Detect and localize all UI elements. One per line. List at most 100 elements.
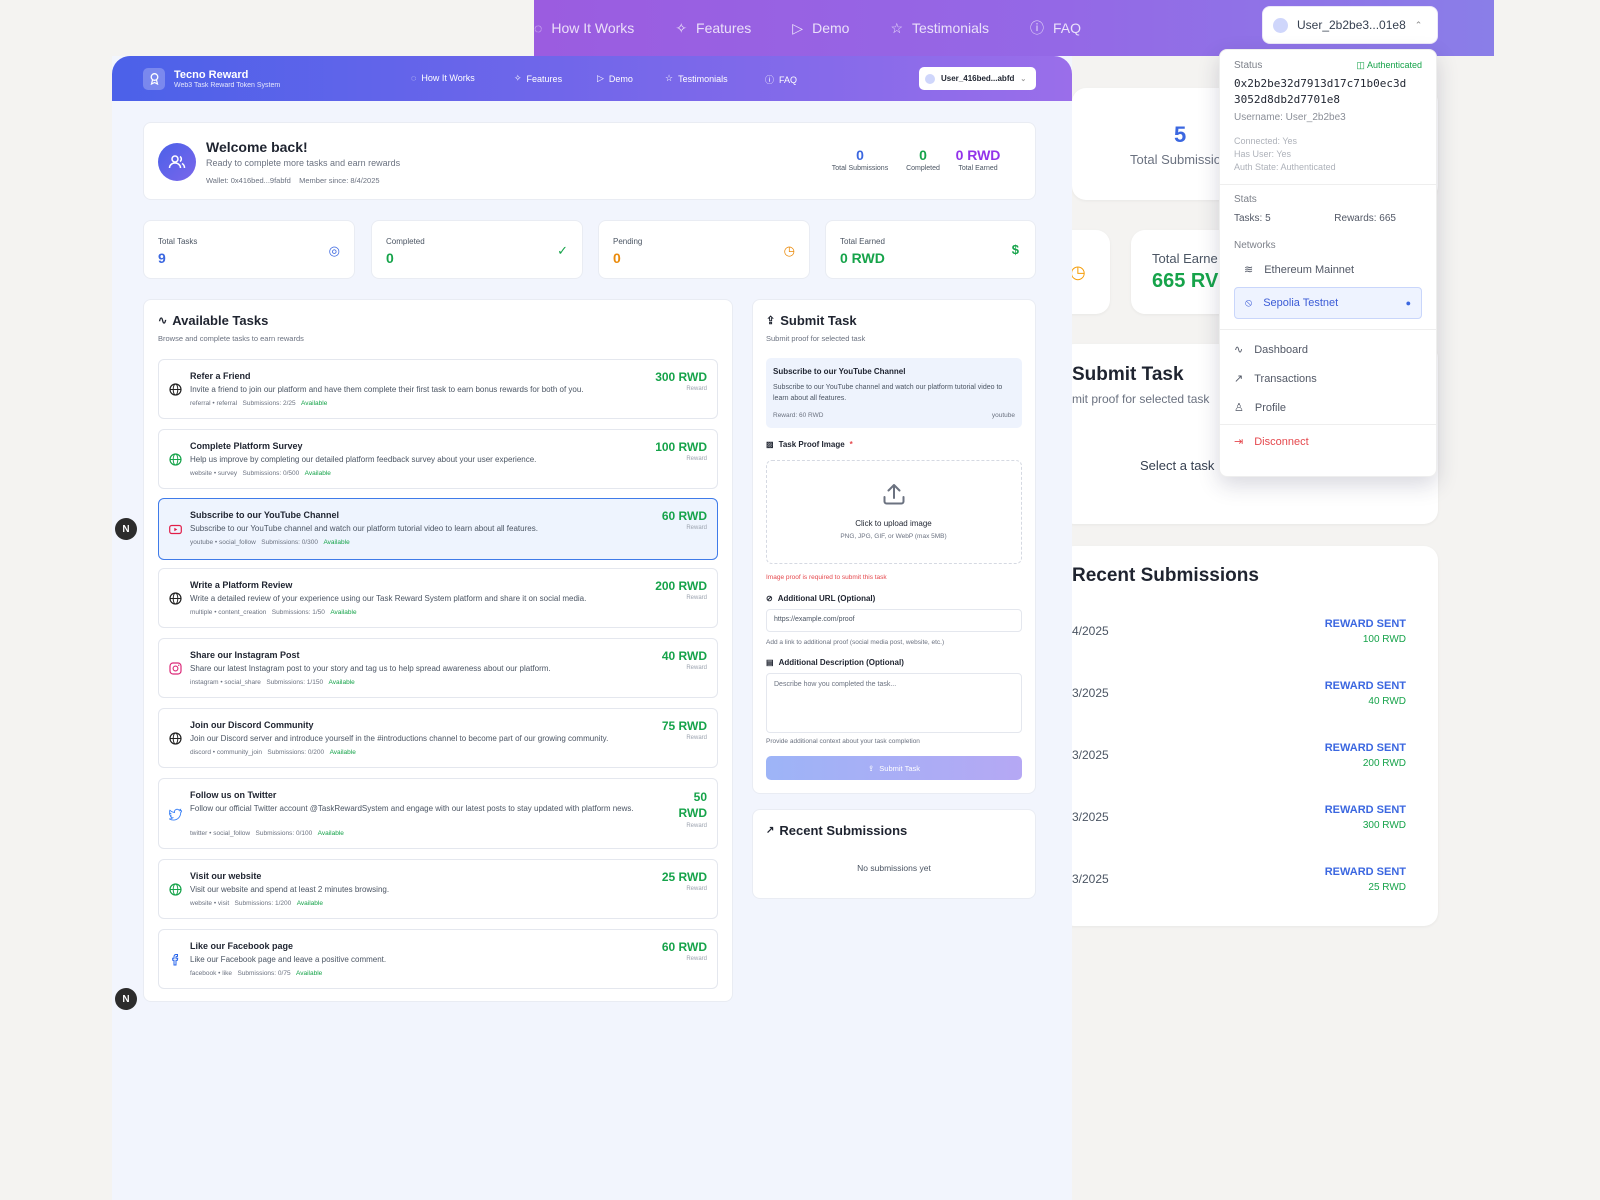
submit-task-button[interactable]: ⇪ Submit Task [766,756,1022,780]
task-item[interactable]: Write a Platform Review Write a detailed… [158,568,718,628]
nav-demo[interactable]: ▷ Demo [597,73,633,84]
nav-testimonials[interactable]: ☆ Testimonials [665,73,728,84]
url-input[interactable]: https://example.com/proof [766,609,1022,632]
sparkle-icon: ✧ [675,19,688,36]
question-icon: ⓘ [765,75,775,85]
task-item-selected[interactable]: Subscribe to our YouTube Channel Subscri… [158,498,718,560]
logo[interactable] [143,67,165,90]
shield-icon: ◫ [1356,60,1365,70]
welcome-stat-earned: 0 RWD Total Earned [955,147,1001,172]
welcome-stat-completed: 0 Completed [906,147,940,172]
back-submit-title: Submit Task [1072,364,1184,385]
back-nav-how[interactable]: ◌ How It Works [534,20,634,36]
clock-icon: ◷ [783,243,795,258]
network-sepolia[interactable]: ⦸ Sepolia Testnet ● [1234,287,1422,319]
task-item[interactable]: Refer a Friend Invite a friend to join o… [158,359,718,419]
task-item[interactable]: Complete Platform Survey Help us improve… [158,429,718,489]
back-recent-date: 4/2025 [1072,624,1109,638]
brand: Tecno Reward Web3 Task Reward Token Syst… [174,69,280,89]
back-submit-subtitle: mit proof for selected task [1072,392,1210,406]
network-ethereum[interactable]: ≋ Ethereum Mainnet [1234,263,1422,277]
clock-icon: ◷ [1070,262,1086,282]
submit-title: ⇪ Submit Task [766,313,857,328]
brand-title: Tecno Reward [174,68,249,81]
back-recent-date: 3/2025 [1072,686,1109,700]
upload-icon [881,481,907,512]
back-recent-date: 3/2025 [1072,810,1109,824]
wallet-dropdown-menu: Status ◫ Authenticated 0x2b2be32d7913d17… [1219,49,1437,477]
twitter-icon [167,808,183,821]
task-item[interactable]: Join our Discord Community Join our Disc… [158,708,718,768]
recent-title: ↗ Recent Submissions [766,823,908,838]
selected-task-box: Subscribe to our YouTube Channel Subscri… [766,358,1022,428]
trending-icon: ↗ [1234,373,1244,385]
globe-icon [169,453,182,466]
stat-card-pending: Pending 0 ◷ [598,220,810,279]
selected-dot-icon: ● [1405,298,1411,308]
disconnect-button[interactable]: ⇥ Disconnect [1234,435,1422,449]
description-label: ▤ Additional Description (Optional) [766,658,904,667]
menu-transactions[interactable]: ↗ Transactions [1234,372,1422,386]
help-icon: ◌ [411,73,417,83]
back-recent-list: 4/2025 REWARD SENT 100 RWD 3/2025 REWARD… [1072,600,1420,900]
back-recent-status: REWARD SENT [1324,804,1406,816]
globe-icon [169,383,182,396]
globe-icon [169,732,182,745]
networks-label: Networks [1234,240,1276,251]
wifi-off-icon: ⦸ [1245,296,1253,309]
url-label: ⊘ Additional URL (Optional) [766,594,876,603]
task-item[interactable]: Follow us on Twitter Follow our official… [158,778,718,849]
activity-icon: ∿ [158,315,168,327]
task-item[interactable]: Visit our website Visit our website and … [158,859,718,919]
menu-profile[interactable]: ♙ Profile [1234,401,1422,415]
back-earned-label: Total Earne [1152,251,1218,266]
dollar-icon: $ [1011,242,1019,257]
back-recent-amount: 100 RWD [1362,634,1406,645]
avatar [925,73,935,84]
upload-dropzone[interactable]: Click to upload image PNG, JPG, GIF, or … [766,460,1022,564]
back-recent-status: REWARD SENT [1324,866,1406,878]
star-icon: ☆ [665,73,674,83]
user-wallet-button[interactable]: User_416bed...abfd ⌄ [919,67,1036,90]
back-stat-label: Total Submissio [1130,152,1222,167]
play-icon: ▷ [792,19,804,36]
back-stat-value: 5 [1174,122,1187,147]
back-nav-testimonials[interactable]: ☆ Testimonials [890,20,989,37]
youtube-icon [169,523,182,536]
dropdown-rewards: Rewards: 665 [1334,213,1396,224]
globe-icon [169,883,182,896]
logout-icon: ⇥ [1234,436,1244,448]
back-user-button[interactable]: User_2b2be3...01e8 ⌃ [1263,7,1437,43]
instagram-icon [169,662,182,675]
back-recent-amount: 200 RWD [1362,758,1406,769]
proof-label: ▨ Task Proof Image * [766,440,853,449]
welcome-title: Welcome back! [206,139,308,155]
back-select-text: Select a task [1140,458,1215,473]
n-badge[interactable]: N [115,518,137,540]
file-text-icon: ▤ [766,658,774,667]
task-item[interactable]: Share our Instagram Post Share our lates… [158,638,718,698]
help-icon: ◌ [534,20,543,36]
url-hint: Add a link to additional proof (social m… [766,639,945,646]
back-recent-amount: 25 RWD [1368,882,1406,893]
welcome-stat-submissions: 0 Total Submissions [831,147,889,172]
trending-up-icon: ↗ [766,825,775,836]
nav-faq[interactable]: ⓘ FAQ [765,73,797,86]
facebook-icon [169,953,182,966]
users-icon [158,143,196,181]
description-textarea[interactable]: Describe how you completed the task... [766,673,1022,733]
back-nav-faq[interactable]: ⓘ FAQ [1030,18,1081,38]
back-recent-status: REWARD SENT [1324,680,1406,692]
nav-features[interactable]: ✧ Features [514,73,562,84]
back-recent-status: REWARD SENT [1324,618,1406,630]
task-item[interactable]: Like our Facebook page Like our Facebook… [158,929,718,989]
nav-how-it-works[interactable]: ◌ How It Works [411,73,475,83]
link-icon: ⊘ [766,594,773,603]
n-badge[interactable]: N [115,988,137,1010]
back-nav-demo[interactable]: ▷ Demo [792,20,849,37]
menu-dashboard[interactable]: ∿ Dashboard [1234,343,1422,357]
upload-icon: ⇪ [766,315,776,327]
back-nav-features[interactable]: ✧ Features [675,20,751,37]
avatar [1273,17,1288,33]
back-recent-date: 3/2025 [1072,748,1109,762]
